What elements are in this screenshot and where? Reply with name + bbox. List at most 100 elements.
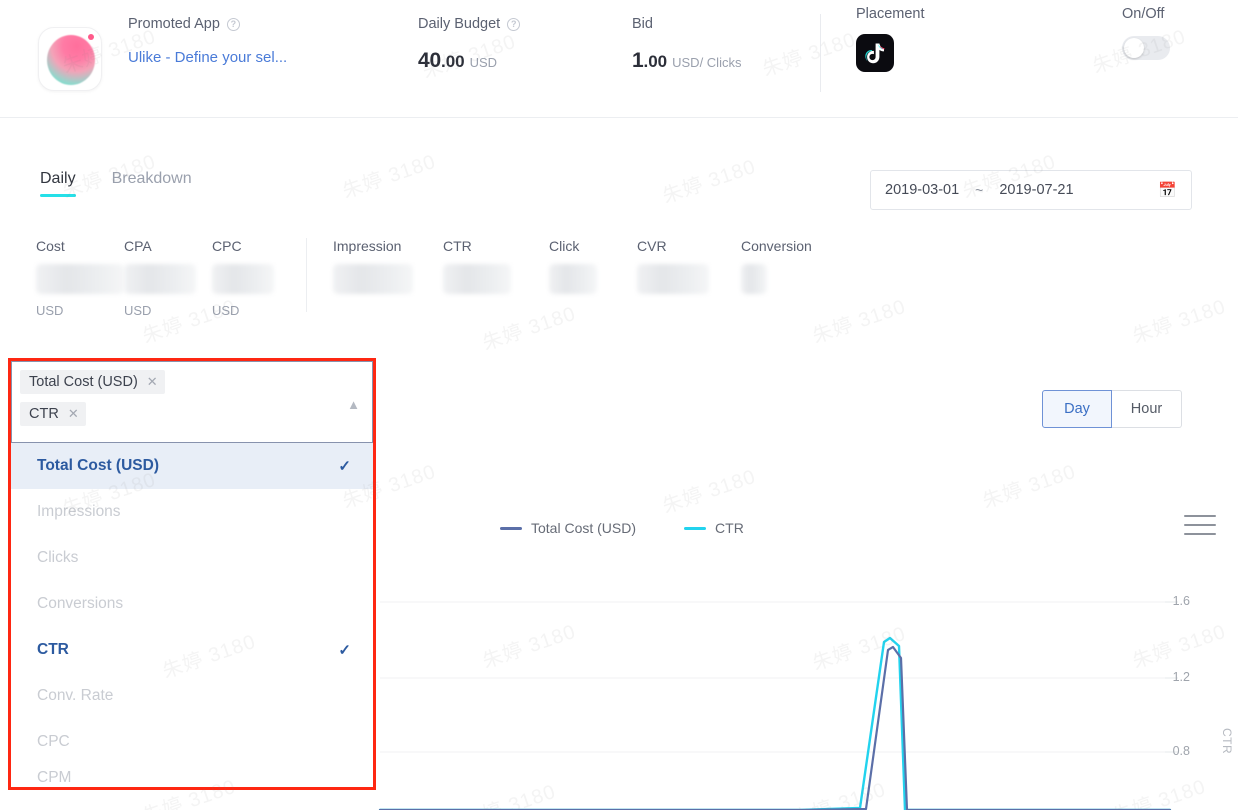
promoted-app-field: Promoted App ? Ulike - Define your sel..…	[128, 16, 287, 66]
campaign-summary-bar: Promoted App ? Ulike - Define your sel..…	[0, 0, 1238, 118]
daily-budget-value: 40.00 USD	[418, 49, 520, 73]
metric-impression: Impression	[333, 238, 443, 294]
metric-name: Cost	[36, 238, 65, 254]
bid-label: Bid	[632, 16, 741, 32]
bid-label-text: Bid	[632, 16, 653, 32]
option-label: CPM	[37, 769, 72, 786]
metric-name: CPA	[124, 238, 152, 254]
date-range-separator: ~	[975, 182, 984, 198]
metric-value-redacted	[333, 264, 413, 294]
on-off-label: On/Off	[1122, 6, 1170, 22]
metric-cpc: CPC USD	[212, 238, 300, 318]
selected-tag-ctr: CTR ✕	[20, 402, 86, 426]
metric-value-redacted	[443, 264, 511, 294]
on-off-field: On/Off	[1122, 6, 1170, 60]
metric-click: Click	[549, 238, 637, 294]
metric-name: Click	[549, 238, 580, 254]
tab-breakdown-label: Breakdown	[111, 170, 192, 187]
check-icon: ✓	[338, 458, 351, 475]
metric-selector-input[interactable]: Total Cost (USD) ✕ CTR ✕ ▲	[11, 361, 373, 443]
info-circle-icon[interactable]: ?	[507, 17, 521, 31]
tab-breakdown[interactable]: Breakdown	[112, 170, 192, 197]
daily-budget-label-text: Daily Budget	[418, 16, 501, 32]
metric-value-redacted	[637, 264, 709, 294]
placement-label-text: Placement	[856, 6, 925, 22]
selected-tag-label: Total Cost (USD)	[29, 374, 138, 390]
metric-cvr: CVR	[637, 238, 741, 294]
watermark: 朱婷 3180	[339, 150, 439, 204]
daily-budget-unit: USD	[469, 55, 498, 70]
daily-budget-amount-frac: .00	[440, 52, 465, 71]
option-clicks[interactable]: Clicks	[11, 535, 373, 581]
bid-unit: USD/ Clicks	[672, 55, 742, 70]
tab-daily-label: Daily	[40, 170, 76, 187]
check-icon: ✓	[338, 642, 351, 659]
metric-name: Impression	[333, 238, 402, 254]
tiktok-icon	[856, 34, 894, 72]
option-label: Clicks	[37, 549, 79, 566]
placement-label: Placement	[856, 6, 925, 22]
metric-ctr: CTR	[443, 238, 549, 294]
date-range-picker[interactable]: 2019-03-01 ~ 2019-07-21 📅	[870, 170, 1192, 210]
bid-amount-frac: .00	[643, 52, 668, 71]
metric-value-redacted	[741, 264, 767, 294]
option-total-cost[interactable]: Total Cost (USD) ✓	[11, 443, 373, 489]
option-cpm[interactable]: CPM	[11, 765, 373, 787]
metric-selector-options: Total Cost (USD) ✓ Impressions Clicks Co…	[11, 443, 373, 787]
metric-name: CPC	[212, 238, 242, 254]
option-impressions[interactable]: Impressions	[11, 489, 373, 535]
option-label: Conv. Rate	[37, 687, 114, 704]
daily-budget-label: Daily Budget ?	[418, 16, 521, 32]
option-ctr[interactable]: CTR ✓	[11, 627, 373, 673]
y-axis-tick-1: 1.6	[1172, 594, 1190, 608]
option-label: CTR	[37, 641, 69, 658]
placement-field: Placement	[856, 6, 925, 72]
info-circle-icon[interactable]: ?	[226, 17, 240, 31]
calendar-icon[interactable]: 📅	[1158, 181, 1177, 199]
bid-value: 1.00 USD/ Clicks	[632, 49, 741, 73]
metric-cpa: CPA USD	[124, 238, 212, 318]
chevron-up-icon[interactable]: ▲	[347, 398, 360, 411]
on-off-toggle[interactable]	[1122, 36, 1170, 60]
granularity-hour-button[interactable]: Hour	[1112, 390, 1182, 428]
date-range-end: 2019-07-21	[999, 182, 1074, 198]
bid-field: Bid 1.00 USD/ Clicks	[632, 16, 741, 73]
option-label: Impressions	[37, 503, 121, 520]
metric-value-redacted	[36, 264, 124, 294]
toggle-knob	[1124, 38, 1144, 58]
y-axis-tick-2: 1.2	[1172, 670, 1190, 684]
metric-value-redacted	[124, 264, 196, 294]
option-conversions[interactable]: Conversions	[11, 581, 373, 627]
promoted-app-label: Promoted App ?	[128, 16, 287, 32]
metric-name: CVR	[637, 238, 667, 254]
metric-unit: USD	[124, 303, 152, 318]
promoted-app-link[interactable]: Ulike - Define your sel...	[128, 49, 287, 66]
y-axis-right-title: CTR	[1220, 728, 1234, 755]
y-axis-tick-3: 0.8	[1172, 744, 1190, 758]
selected-tag-total-cost: Total Cost (USD) ✕	[20, 370, 165, 394]
watermark: 朱婷 3180	[1129, 295, 1229, 349]
granularity-day-button[interactable]: Day	[1042, 390, 1112, 428]
metric-summary-strip: Cost USD CPA USD CPC USD Impression CTR …	[36, 238, 861, 318]
on-off-label-text: On/Off	[1122, 6, 1165, 22]
bid-amount-main: 1	[632, 49, 644, 72]
option-cpc[interactable]: CPC	[11, 719, 373, 765]
selected-tag-label: CTR	[29, 406, 59, 422]
close-icon[interactable]: ✕	[68, 406, 79, 422]
app-icon-badge-dot	[88, 34, 94, 40]
promoted-app-label-text: Promoted App	[128, 16, 220, 32]
metric-selector: Total Cost (USD) ✕ CTR ✕ ▲ Total Cost (U…	[8, 358, 376, 790]
granularity-hour-label: Hour	[1130, 401, 1163, 417]
option-conv-rate[interactable]: Conv. Rate	[11, 673, 373, 719]
tab-daily[interactable]: Daily	[40, 170, 76, 197]
metric-cost: Cost USD	[36, 238, 124, 318]
summary-divider	[820, 14, 821, 92]
granularity-toggle: Day Hour	[1042, 390, 1182, 428]
metric-unit: USD	[212, 303, 240, 318]
promoted-app-value: Ulike - Define your sel...	[128, 49, 287, 66]
option-label: Conversions	[37, 595, 124, 612]
option-label: CPC	[37, 733, 70, 750]
metric-value-redacted	[549, 264, 597, 294]
report-tabs: Daily Breakdown	[40, 170, 192, 197]
close-icon[interactable]: ✕	[147, 374, 158, 390]
